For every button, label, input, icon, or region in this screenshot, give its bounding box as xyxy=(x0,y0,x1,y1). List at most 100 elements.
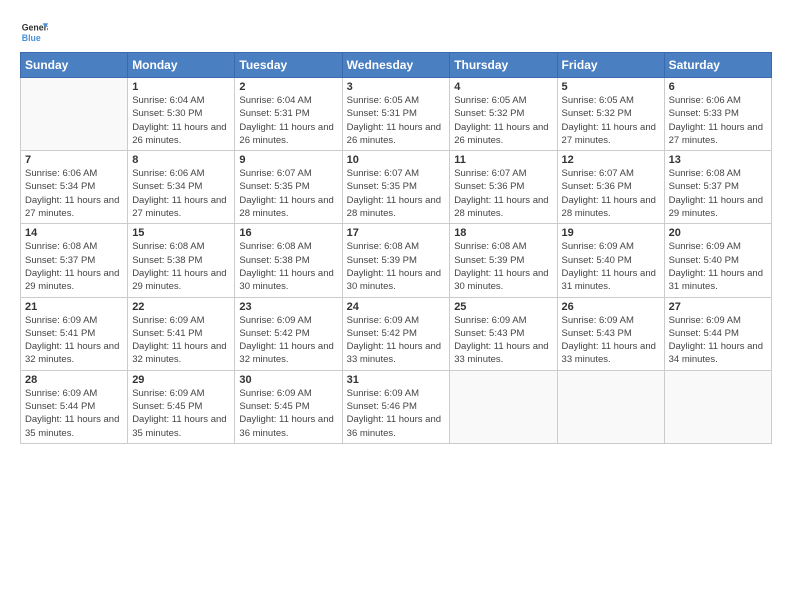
day-info: Sunrise: 6:08 AMSunset: 5:37 PMDaylight:… xyxy=(669,167,767,220)
logo: General Blue xyxy=(20,18,48,46)
logo-icon: General Blue xyxy=(20,18,48,46)
weekday-header-friday: Friday xyxy=(557,53,664,78)
calendar-cell: 19 Sunrise: 6:09 AMSunset: 5:40 PMDaylig… xyxy=(557,224,664,297)
day-info: Sunrise: 6:09 AMSunset: 5:44 PMDaylight:… xyxy=(669,314,767,367)
calendar-cell: 29 Sunrise: 6:09 AMSunset: 5:45 PMDaylig… xyxy=(128,370,235,443)
calendar-cell: 1 Sunrise: 6:04 AMSunset: 5:30 PMDayligh… xyxy=(128,78,235,151)
day-info: Sunrise: 6:07 AMSunset: 5:35 PMDaylight:… xyxy=(239,167,337,220)
day-number: 12 xyxy=(562,154,660,166)
day-info: Sunrise: 6:05 AMSunset: 5:32 PMDaylight:… xyxy=(562,94,660,147)
day-info: Sunrise: 6:09 AMSunset: 5:40 PMDaylight:… xyxy=(669,240,767,293)
day-info: Sunrise: 6:09 AMSunset: 5:42 PMDaylight:… xyxy=(347,314,446,367)
weekday-header-row: SundayMondayTuesdayWednesdayThursdayFrid… xyxy=(21,53,772,78)
day-info: Sunrise: 6:05 AMSunset: 5:32 PMDaylight:… xyxy=(454,94,552,147)
day-info: Sunrise: 6:09 AMSunset: 5:45 PMDaylight:… xyxy=(132,387,230,440)
calendar-cell: 24 Sunrise: 6:09 AMSunset: 5:42 PMDaylig… xyxy=(342,297,450,370)
day-number: 18 xyxy=(454,227,552,239)
weekday-header-sunday: Sunday xyxy=(21,53,128,78)
svg-text:Blue: Blue xyxy=(22,33,41,43)
calendar-cell: 27 Sunrise: 6:09 AMSunset: 5:44 PMDaylig… xyxy=(664,297,771,370)
calendar-cell: 11 Sunrise: 6:07 AMSunset: 5:36 PMDaylig… xyxy=(450,151,557,224)
week-row-2: 7 Sunrise: 6:06 AMSunset: 5:34 PMDayligh… xyxy=(21,151,772,224)
header: General Blue xyxy=(20,18,772,46)
calendar-cell: 8 Sunrise: 6:06 AMSunset: 5:34 PMDayligh… xyxy=(128,151,235,224)
calendar-cell: 17 Sunrise: 6:08 AMSunset: 5:39 PMDaylig… xyxy=(342,224,450,297)
day-number: 10 xyxy=(347,154,446,166)
day-info: Sunrise: 6:07 AMSunset: 5:36 PMDaylight:… xyxy=(454,167,552,220)
calendar-cell: 9 Sunrise: 6:07 AMSunset: 5:35 PMDayligh… xyxy=(235,151,342,224)
calendar-cell: 20 Sunrise: 6:09 AMSunset: 5:40 PMDaylig… xyxy=(664,224,771,297)
calendar-cell xyxy=(450,370,557,443)
day-number: 8 xyxy=(132,154,230,166)
day-number: 28 xyxy=(25,374,123,386)
day-info: Sunrise: 6:09 AMSunset: 5:46 PMDaylight:… xyxy=(347,387,446,440)
weekday-header-saturday: Saturday xyxy=(664,53,771,78)
day-number: 26 xyxy=(562,301,660,313)
day-number: 23 xyxy=(239,301,337,313)
day-number: 21 xyxy=(25,301,123,313)
calendar-cell: 23 Sunrise: 6:09 AMSunset: 5:42 PMDaylig… xyxy=(235,297,342,370)
week-row-5: 28 Sunrise: 6:09 AMSunset: 5:44 PMDaylig… xyxy=(21,370,772,443)
day-info: Sunrise: 6:04 AMSunset: 5:31 PMDaylight:… xyxy=(239,94,337,147)
calendar-cell: 31 Sunrise: 6:09 AMSunset: 5:46 PMDaylig… xyxy=(342,370,450,443)
day-number: 14 xyxy=(25,227,123,239)
day-info: Sunrise: 6:08 AMSunset: 5:37 PMDaylight:… xyxy=(25,240,123,293)
day-number: 19 xyxy=(562,227,660,239)
day-number: 4 xyxy=(454,81,552,93)
day-number: 22 xyxy=(132,301,230,313)
weekday-header-thursday: Thursday xyxy=(450,53,557,78)
calendar-cell: 4 Sunrise: 6:05 AMSunset: 5:32 PMDayligh… xyxy=(450,78,557,151)
day-info: Sunrise: 6:09 AMSunset: 5:41 PMDaylight:… xyxy=(132,314,230,367)
day-info: Sunrise: 6:07 AMSunset: 5:35 PMDaylight:… xyxy=(347,167,446,220)
day-info: Sunrise: 6:06 AMSunset: 5:34 PMDaylight:… xyxy=(132,167,230,220)
day-info: Sunrise: 6:09 AMSunset: 5:42 PMDaylight:… xyxy=(239,314,337,367)
calendar-cell: 7 Sunrise: 6:06 AMSunset: 5:34 PMDayligh… xyxy=(21,151,128,224)
calendar-cell: 15 Sunrise: 6:08 AMSunset: 5:38 PMDaylig… xyxy=(128,224,235,297)
day-number: 29 xyxy=(132,374,230,386)
day-number: 17 xyxy=(347,227,446,239)
day-info: Sunrise: 6:08 AMSunset: 5:39 PMDaylight:… xyxy=(347,240,446,293)
calendar-cell xyxy=(557,370,664,443)
day-info: Sunrise: 6:08 AMSunset: 5:39 PMDaylight:… xyxy=(454,240,552,293)
day-number: 31 xyxy=(347,374,446,386)
day-number: 20 xyxy=(669,227,767,239)
day-number: 5 xyxy=(562,81,660,93)
day-number: 9 xyxy=(239,154,337,166)
weekday-header-monday: Monday xyxy=(128,53,235,78)
calendar-table: SundayMondayTuesdayWednesdayThursdayFrid… xyxy=(20,52,772,444)
weekday-header-wednesday: Wednesday xyxy=(342,53,450,78)
day-number: 15 xyxy=(132,227,230,239)
day-number: 7 xyxy=(25,154,123,166)
calendar-cell: 22 Sunrise: 6:09 AMSunset: 5:41 PMDaylig… xyxy=(128,297,235,370)
day-number: 24 xyxy=(347,301,446,313)
day-info: Sunrise: 6:09 AMSunset: 5:43 PMDaylight:… xyxy=(562,314,660,367)
calendar-cell: 6 Sunrise: 6:06 AMSunset: 5:33 PMDayligh… xyxy=(664,78,771,151)
calendar-cell: 2 Sunrise: 6:04 AMSunset: 5:31 PMDayligh… xyxy=(235,78,342,151)
day-number: 25 xyxy=(454,301,552,313)
calendar-cell xyxy=(664,370,771,443)
day-number: 16 xyxy=(239,227,337,239)
calendar-cell: 12 Sunrise: 6:07 AMSunset: 5:36 PMDaylig… xyxy=(557,151,664,224)
day-info: Sunrise: 6:07 AMSunset: 5:36 PMDaylight:… xyxy=(562,167,660,220)
day-number: 6 xyxy=(669,81,767,93)
day-info: Sunrise: 6:09 AMSunset: 5:43 PMDaylight:… xyxy=(454,314,552,367)
calendar-cell: 28 Sunrise: 6:09 AMSunset: 5:44 PMDaylig… xyxy=(21,370,128,443)
day-info: Sunrise: 6:06 AMSunset: 5:34 PMDaylight:… xyxy=(25,167,123,220)
weekday-header-tuesday: Tuesday xyxy=(235,53,342,78)
day-info: Sunrise: 6:06 AMSunset: 5:33 PMDaylight:… xyxy=(669,94,767,147)
day-info: Sunrise: 6:09 AMSunset: 5:41 PMDaylight:… xyxy=(25,314,123,367)
day-info: Sunrise: 6:09 AMSunset: 5:44 PMDaylight:… xyxy=(25,387,123,440)
week-row-3: 14 Sunrise: 6:08 AMSunset: 5:37 PMDaylig… xyxy=(21,224,772,297)
day-number: 1 xyxy=(132,81,230,93)
week-row-1: 1 Sunrise: 6:04 AMSunset: 5:30 PMDayligh… xyxy=(21,78,772,151)
calendar-cell: 13 Sunrise: 6:08 AMSunset: 5:37 PMDaylig… xyxy=(664,151,771,224)
main-container: General Blue SundayMondayTuesdayWednesda… xyxy=(0,0,792,454)
calendar-cell: 10 Sunrise: 6:07 AMSunset: 5:35 PMDaylig… xyxy=(342,151,450,224)
day-number: 3 xyxy=(347,81,446,93)
day-number: 13 xyxy=(669,154,767,166)
day-number: 2 xyxy=(239,81,337,93)
day-number: 27 xyxy=(669,301,767,313)
calendar-cell: 3 Sunrise: 6:05 AMSunset: 5:31 PMDayligh… xyxy=(342,78,450,151)
day-info: Sunrise: 6:08 AMSunset: 5:38 PMDaylight:… xyxy=(239,240,337,293)
day-info: Sunrise: 6:04 AMSunset: 5:30 PMDaylight:… xyxy=(132,94,230,147)
